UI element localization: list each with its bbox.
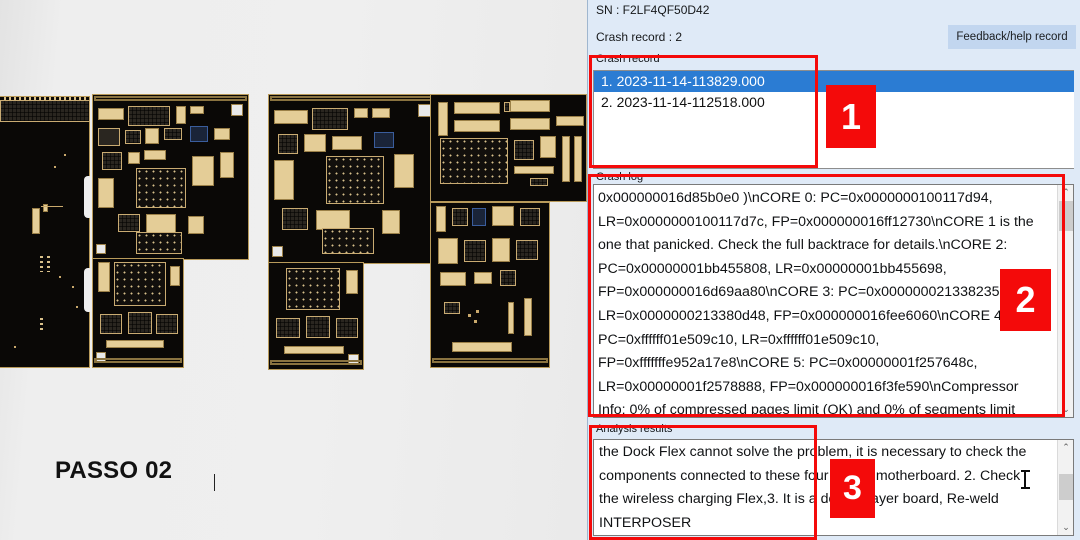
pcb-board-right-stem — [268, 262, 364, 370]
pcb-board-right-top — [268, 94, 435, 264]
crash-log-content: 0x000000016d85b0e0 )\nCORE 0: PC=0x00000… — [598, 190, 1034, 418]
serial-number-label: SN : F2LF4QF50D42 — [596, 3, 710, 17]
pcb-board-left — [0, 96, 90, 368]
crash-log-caption: Crash log — [596, 171, 644, 183]
feedback-help-record-button[interactable]: Feedback/help record — [948, 25, 1076, 49]
analysis-results-scrollbar[interactable]: ⌃ ⌄ — [1057, 440, 1073, 535]
analysis-scroll-thumb[interactable] — [1059, 474, 1073, 500]
analysis-results-caption: Analysis results — [596, 423, 673, 435]
pcb-board-middle — [92, 94, 249, 260]
scroll-down-icon[interactable]: ⌄ — [1058, 520, 1073, 535]
analysis-results-content: the Dock Flex cannot solve the problem, … — [599, 444, 1031, 531]
crash-log-scrollbar[interactable]: ⌃ ⌄ — [1057, 185, 1073, 417]
scroll-down-icon[interactable]: ⌄ — [1058, 402, 1073, 417]
annotation-badge-3: 3 — [830, 459, 875, 518]
text-caret — [214, 474, 215, 491]
ibeam-cursor-icon — [1021, 470, 1030, 489]
crash-log-scroll-thumb[interactable] — [1059, 201, 1073, 231]
scroll-up-icon[interactable]: ⌃ — [1058, 185, 1073, 200]
pcb-chip-u1900 — [440, 138, 508, 184]
annotation-badge-1: 1 — [826, 85, 876, 148]
boardview-image-panel: PASSO 02 — [0, 0, 587, 540]
screenshot-root: PASSO 02 SN : F2LF4QF50D42 Crash record … — [0, 0, 1080, 540]
scroll-up-icon[interactable]: ⌃ — [1058, 440, 1073, 455]
crash-record-caption: Crash record — [596, 53, 660, 65]
annotation-badge-2: 2 — [1000, 269, 1051, 331]
pcb-board-far-right-mid — [430, 202, 550, 368]
crash-record-count-label: Crash record : 2 — [596, 30, 683, 44]
pcb-board-middle-stem — [92, 258, 184, 368]
step-caption: PASSO 02 — [55, 457, 173, 484]
pcb-board-far-right-top — [430, 94, 587, 202]
